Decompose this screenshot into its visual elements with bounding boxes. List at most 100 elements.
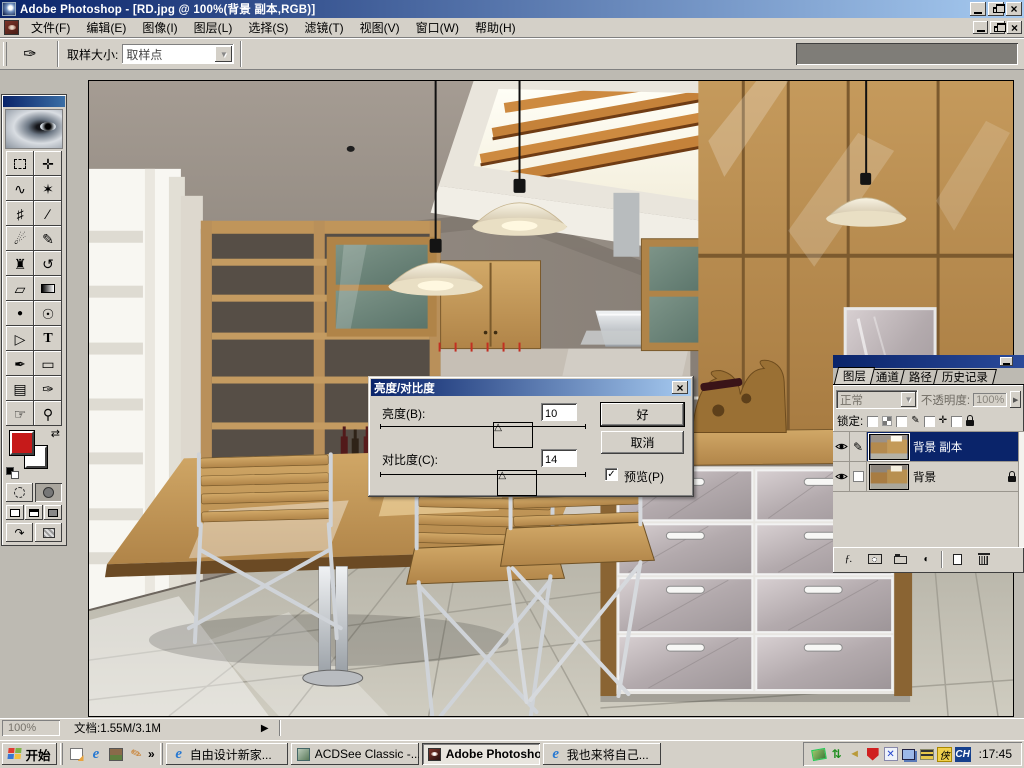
lasso-tool[interactable]: ∿ [6, 176, 34, 201]
brightness-input[interactable] [541, 403, 578, 422]
layer-effects-button[interactable]: ƒ. [837, 551, 860, 568]
menu-item-edit[interactable]: 编辑(E) [78, 17, 134, 38]
antivirus-shield-tray-icon[interactable] [865, 746, 881, 762]
magic-wand-tool[interactable]: ✶ [34, 176, 62, 201]
network-computers-tray-icon[interactable] [901, 746, 917, 762]
delete-layer-button[interactable] [972, 551, 995, 568]
path-select-tool[interactable]: ▷ [6, 326, 34, 351]
move-tool[interactable]: ✛ [34, 151, 62, 176]
image-app-launcher[interactable] [106, 744, 126, 764]
dialog-title-bar[interactable]: 亮度/对比度 × [371, 379, 691, 396]
notes-tool[interactable]: ▤ [6, 376, 34, 401]
tab-layers[interactable]: 图层 [833, 367, 876, 384]
new-adjustment-layer-button[interactable]: ◐ [915, 551, 938, 568]
clone-stamp-tool[interactable]: ♜ [6, 251, 34, 276]
fullscreen-button[interactable] [44, 505, 62, 520]
palette-minimize-button[interactable] [1000, 357, 1013, 366]
document-icon[interactable] [4, 20, 19, 35]
menu-item-file[interactable]: 文件(F) [23, 17, 78, 38]
layer-row[interactable]: 背景 [833, 462, 1024, 492]
swap-colors-icon[interactable]: ⇄ [51, 429, 60, 440]
taskbar-item-acdsee[interactable]: ACDSee Classic -... [290, 743, 419, 765]
gradient-tool[interactable] [34, 276, 62, 301]
link-box[interactable] [850, 462, 867, 491]
palette-well[interactable] [796, 43, 1018, 65]
doc-restore-button[interactable] [990, 21, 1006, 34]
zoom-tool[interactable]: ⚲ [34, 401, 62, 426]
lock-position-checkbox[interactable] [923, 415, 935, 427]
layer-entry[interactable]: 背景 副本 [867, 432, 1024, 461]
dialog-close-button[interactable]: × [672, 381, 688, 394]
dodge-tool[interactable]: ☉ [34, 301, 62, 326]
doc-close-button[interactable]: × [1007, 21, 1022, 34]
sample-size-dropdown[interactable]: 取样点 ▼ [122, 44, 235, 64]
blur-tool[interactable]: ● [6, 301, 34, 326]
new-layer-button[interactable] [946, 551, 969, 568]
opacity-value[interactable]: 100% [973, 393, 1007, 407]
menu-item-layer[interactable]: 图层(L) [186, 17, 241, 38]
taskbar-item-browser-1[interactable]: e 自由设计新家... [165, 743, 288, 765]
taskbar-item-photoshop[interactable]: Adobe Photosho... [421, 743, 540, 765]
brightness-slider[interactable]: △ [380, 422, 586, 448]
close-button[interactable]: × [1006, 2, 1022, 16]
volume-tray-icon[interactable]: ◄ [847, 746, 863, 762]
lock-image-checkbox[interactable] [896, 415, 908, 427]
add-layer-mask-button[interactable] [863, 551, 886, 568]
lock-transparency-checkbox[interactable] [867, 415, 879, 427]
quick-launch-overflow-icon[interactable]: » [148, 747, 155, 761]
hand-tool[interactable]: ☞ [6, 401, 34, 426]
opacity-arrow-icon[interactable]: ▶ [1010, 391, 1021, 408]
taskbar-clock[interactable]: :17:45 [973, 747, 1016, 761]
chevron-down-icon[interactable]: ▼ [215, 46, 233, 62]
network-activity-tray-icon[interactable]: ⇅ [829, 746, 845, 762]
menu-item-select[interactable]: 选择(S) [240, 17, 296, 38]
slider-thumb[interactable]: △ [493, 422, 534, 448]
cancel-button[interactable]: 取消 [601, 431, 684, 454]
imageready-button[interactable] [35, 523, 62, 542]
layer-entry[interactable]: 背景 [867, 462, 1024, 491]
default-colors-icon[interactable] [6, 467, 20, 479]
visibility-toggle[interactable] [833, 462, 850, 491]
restore-button[interactable] [988, 2, 1005, 16]
standard-mode-button[interactable] [6, 483, 33, 502]
messenger-tray-icon[interactable]: ✕ [883, 746, 899, 762]
foreground-color-swatch[interactable] [9, 430, 35, 456]
title-bar[interactable]: Adobe Photoshop - [RD.jpg @ 100%(背景 副本,R… [0, 0, 1024, 18]
menu-item-image[interactable]: 图像(I) [134, 17, 185, 38]
taskbar-item-browser-2[interactable]: e 我也来将自己... [542, 743, 661, 765]
layer-row[interactable]: ✎ 背景 副本 [833, 432, 1024, 462]
chevron-down-icon[interactable]: ▼ [900, 392, 916, 407]
zoom-level-field[interactable]: 100% [2, 720, 60, 736]
visibility-toggle[interactable] [833, 432, 850, 461]
menu-item-filter[interactable]: 滤镜(T) [296, 17, 351, 38]
toolbox-title-bar[interactable] [3, 96, 65, 107]
internet-explorer-launcher[interactable]: e [86, 744, 106, 764]
active-brush-indicator[interactable]: ✎ [850, 432, 867, 461]
menu-item-help[interactable]: 帮助(H) [467, 17, 524, 38]
show-desktop-button[interactable] [66, 744, 86, 764]
quick-mask-mode-button[interactable] [35, 483, 62, 502]
photoshop-app-icon[interactable] [2, 2, 16, 16]
options-bar-handle[interactable] [3, 42, 7, 66]
start-button[interactable]: 开始 [2, 743, 57, 765]
ok-button[interactable]: 好 [600, 402, 685, 427]
minimize-button[interactable] [970, 2, 986, 16]
xia-app-tray-icon[interactable]: 侠 [937, 746, 953, 762]
fullscreen-menubar-button[interactable] [25, 505, 43, 520]
eyedropper-tool[interactable]: ✑ [34, 376, 62, 401]
crop-tool[interactable]: ♯ [6, 201, 34, 226]
new-layer-set-button[interactable] [889, 551, 912, 568]
tab-history[interactable]: 历史记录 [933, 369, 997, 384]
pen-tool[interactable]: ✒ [6, 351, 34, 376]
paint-app-launcher[interactable]: ✎ [126, 744, 146, 764]
doc-minimize-button[interactable] [973, 21, 988, 34]
slice-tool[interactable]: ∕ [34, 201, 62, 226]
jump-to-imageready-button[interactable]: ↷ [6, 523, 33, 542]
adobe-logo[interactable] [5, 109, 63, 149]
menu-item-view[interactable]: 视图(V) [352, 17, 408, 38]
contrast-slider[interactable]: △ [380, 470, 586, 496]
paintbrush-tool[interactable]: ✎ [34, 226, 62, 251]
lock-all-checkbox[interactable] [950, 415, 962, 427]
contrast-input[interactable] [541, 449, 578, 468]
menu-item-window[interactable]: 窗口(W) [408, 17, 467, 38]
